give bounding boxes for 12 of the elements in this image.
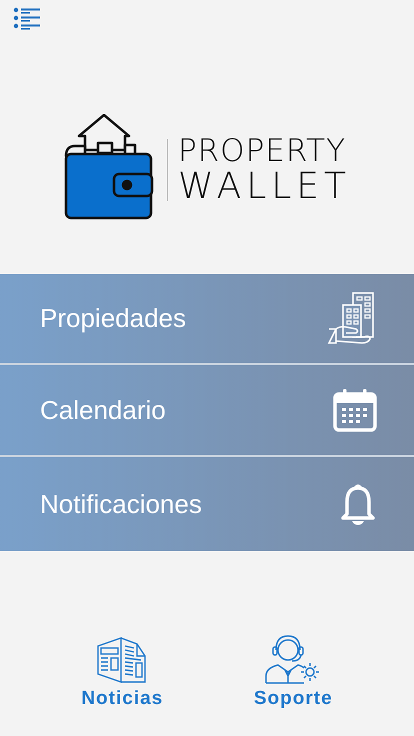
logo-text: PROPERTY (178, 134, 348, 168)
logo-text: WALLET (178, 168, 352, 206)
menu-button[interactable] (13, 6, 41, 30)
menu-item[interactable]: Notificaciones (0, 457, 414, 551)
nav-item[interactable]: Noticias (81, 636, 164, 710)
newspaper-icon (97, 636, 148, 684)
menu-item[interactable]: Propiedades (0, 274, 414, 365)
menu-item[interactable]: Calendario (0, 365, 414, 457)
wallet-house-icon (62, 114, 155, 220)
calendar-icon (332, 387, 378, 433)
menu-icon (13, 6, 41, 30)
nav-item[interactable]: Soporte (254, 634, 333, 710)
